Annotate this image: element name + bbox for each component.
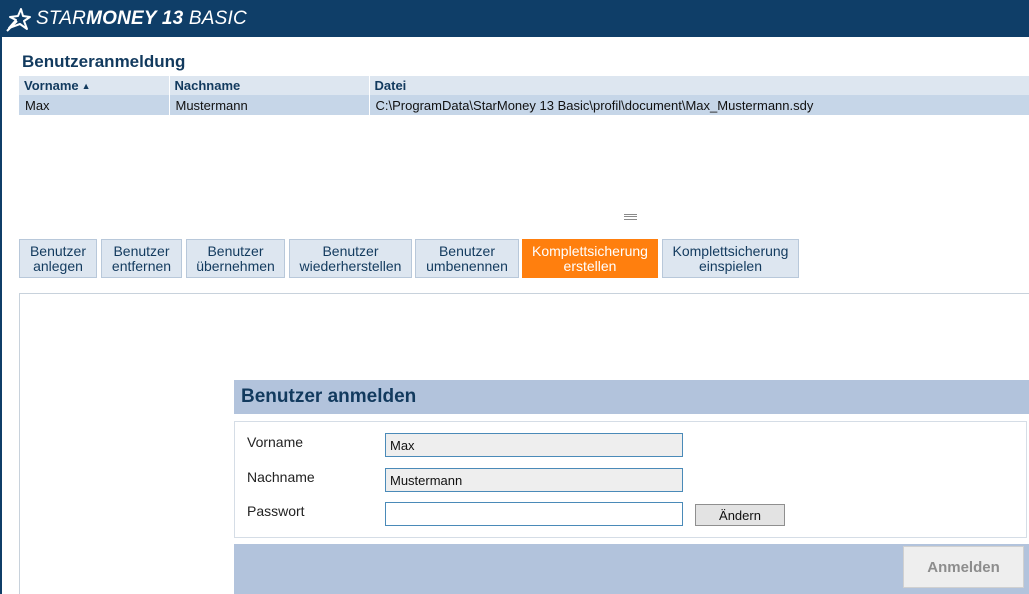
anmelden-button[interactable]: Anmelden bbox=[903, 546, 1024, 588]
cell-vorname[interactable]: Max bbox=[19, 95, 170, 115]
nachname-label: Nachname bbox=[247, 469, 315, 485]
benutzer-umbenennen-button[interactable]: Benutzer umbenennen bbox=[415, 239, 519, 278]
benutzer-anlegen-button[interactable]: Benutzer anlegen bbox=[19, 239, 97, 278]
table-header-row: Vorname ▲ Nachname Datei bbox=[19, 76, 1029, 95]
login-footer: Anmelden bbox=[234, 544, 1029, 594]
app-title: STARMONEY 13 BASIC bbox=[36, 8, 247, 29]
komplettsicherung-einspielen-button[interactable]: Komplettsicherung einspielen bbox=[662, 239, 799, 278]
column-header-vorname[interactable]: Vorname ▲ bbox=[19, 76, 170, 95]
benutzer-wiederherstellen-button[interactable]: Benutzer wiederherstellen bbox=[289, 239, 412, 278]
window-left-edge bbox=[0, 37, 2, 594]
vorname-label: Vorname bbox=[247, 434, 304, 450]
nachname-field[interactable] bbox=[385, 468, 683, 492]
komplettsicherung-erstellen-button[interactable]: Komplettsicherung erstellen bbox=[522, 239, 658, 278]
column-header-datei[interactable]: Datei bbox=[369, 76, 1029, 95]
passwort-field[interactable] bbox=[385, 502, 683, 526]
benutzer-entfernen-button[interactable]: Benutzer entfernen bbox=[101, 239, 182, 278]
user-table: Vorname ▲ Nachname Datei Max Mustermann C… bbox=[19, 76, 1029, 115]
table-row[interactable]: Max Mustermann C:\ProgramData\StarMoney … bbox=[19, 95, 1029, 115]
login-header: Benutzer anmelden bbox=[234, 380, 1029, 414]
cell-nachname[interactable]: Mustermann bbox=[169, 95, 370, 115]
passwort-label: Passwort bbox=[247, 503, 305, 519]
sort-ascending-icon: ▲ bbox=[81, 81, 91, 91]
login-title: Benutzer anmelden bbox=[241, 386, 417, 407]
benutzer-uebernehmen-button[interactable]: Benutzer übernehmen bbox=[186, 239, 285, 278]
starmoney-star-icon bbox=[6, 8, 31, 32]
login-form: Vorname Nachname Passwort Ändern bbox=[234, 421, 1027, 538]
cell-datei[interactable]: C:\ProgramData\StarMoney 13 Basic\profil… bbox=[369, 95, 1029, 115]
vorname-field[interactable] bbox=[385, 433, 683, 457]
page-title: Benutzeranmeldung bbox=[22, 52, 186, 71]
column-header-nachname[interactable]: Nachname bbox=[169, 76, 370, 95]
splitter-handle[interactable] bbox=[624, 214, 637, 220]
app-titlebar: STARMONEY 13 BASIC bbox=[0, 0, 1029, 37]
aendern-button[interactable]: Ändern bbox=[695, 504, 785, 526]
